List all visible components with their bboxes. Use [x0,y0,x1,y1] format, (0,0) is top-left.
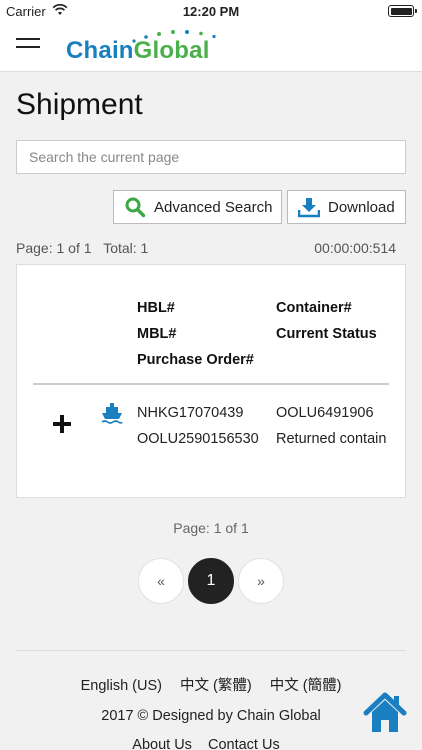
header-status: Current Status [276,326,377,342]
advanced-search-button[interactable]: Advanced Search [113,190,282,224]
battery-icon [388,5,417,17]
app-header: ChainGlobal [0,22,422,72]
elapsed-time: 00:00:00:514 [314,240,396,256]
contact-us-link[interactable]: Contact Us [208,737,280,750]
download-label: Download [328,198,395,216]
lang-english[interactable]: English (US) [81,678,162,694]
download-button[interactable]: Download [287,190,406,224]
expand-icon[interactable] [53,415,71,433]
language-selector: English (US) 中文 (繁體) 中文 (簡體) [0,674,422,695]
current-page-button[interactable]: 1 [188,558,234,604]
menu-icon[interactable] [16,38,40,56]
search-input[interactable] [16,140,406,174]
next-page-button[interactable]: » [238,558,284,604]
pagination-label: Page: 1 of 1 [173,520,249,536]
footer-links: About Us Contact Us [0,737,412,750]
cell-mbl: OOLU2590156530 [137,431,259,447]
cell-hbl[interactable]: NHKG17070439 [137,405,271,421]
header-divider [33,383,389,385]
search-icon [125,197,146,218]
cell-status: Returned contain [276,431,387,447]
about-us-link[interactable]: About Us [132,737,192,750]
shipment-table: HBL# Container# MBL# Current Status Purc… [16,264,406,498]
copyright: 2017 © Designed by Chain Global [101,708,321,724]
header-container: Container# [276,300,352,316]
home-icon[interactable] [363,692,407,734]
cell-container: OOLU6491906 [276,405,374,421]
ship-icon [101,403,123,424]
page-title: Shipment [16,88,143,121]
header-mbl: MBL# [137,326,177,342]
page-info: Page: 1 of 1 [16,240,92,256]
advanced-search-label: Advanced Search [154,198,273,216]
clock: 12:20 PM [182,4,240,19]
chain-global-logo[interactable]: ChainGlobal [66,27,236,69]
footer-divider [16,650,406,651]
lang-simplified-chinese[interactable]: 中文 (簡體) [270,678,342,694]
result-summary: Page: 1 of 1 Total: 1 [16,240,148,256]
download-icon [298,198,320,218]
total-count: Total: 1 [103,240,149,256]
header-po: Purchase Order# [137,352,254,368]
status-bar: Carrier 12:20 PM [0,0,422,22]
logo-wordmark: ChainGlobal [66,37,210,64]
header-hbl: HBL# [137,300,175,316]
lang-traditional-chinese[interactable]: 中文 (繁體) [180,678,252,694]
prev-page-button[interactable]: « [138,558,184,604]
